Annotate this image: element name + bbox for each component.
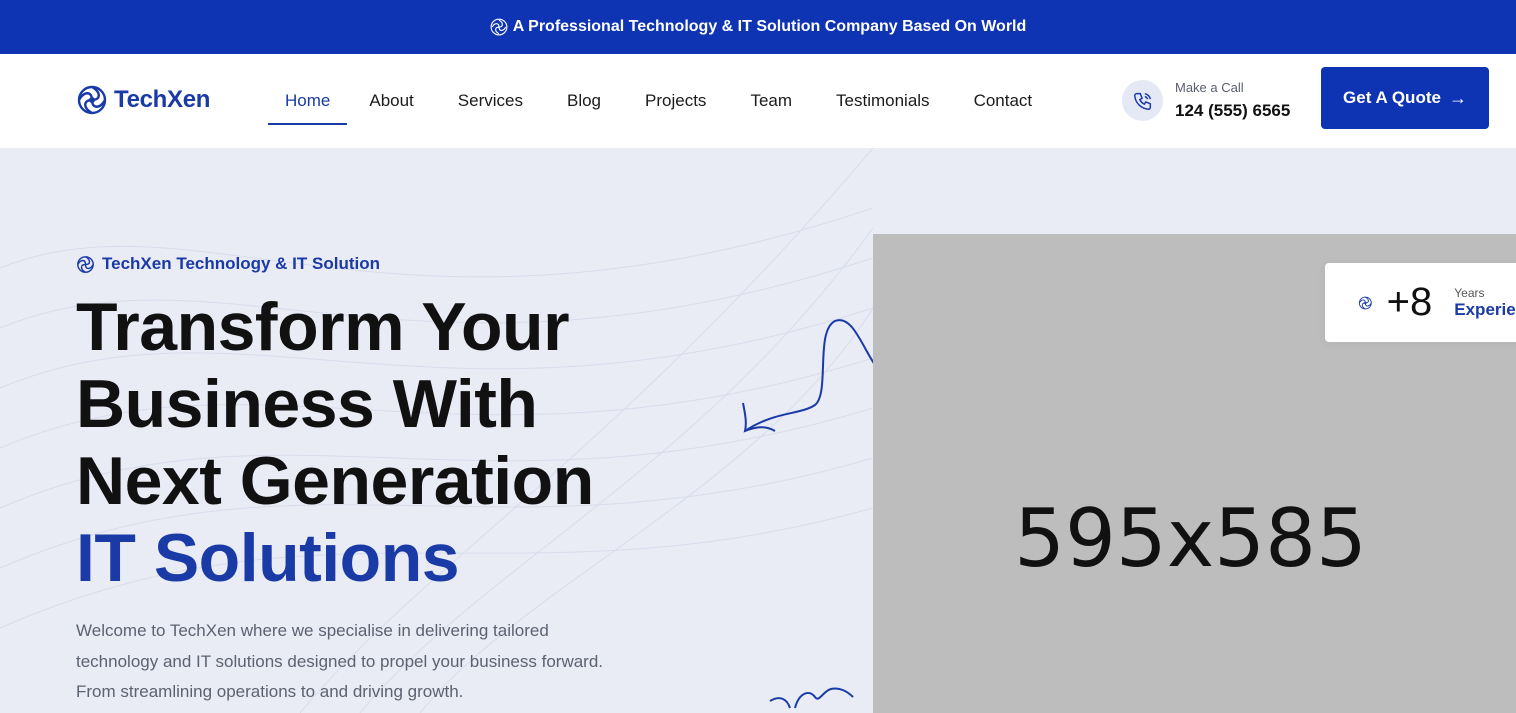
call-label: Make a Call (1175, 80, 1244, 95)
years-label: Years (1454, 285, 1485, 300)
nav-item-testimonials[interactable]: Testimonials (814, 54, 952, 148)
swirl-logo-icon (77, 85, 107, 115)
experience-label: Experience (1454, 299, 1516, 319)
main-nav: Home About Services Blog Projects Team T… (268, 54, 1054, 148)
swirl-logo-icon (490, 18, 508, 36)
swirl-logo-icon (77, 255, 94, 273)
placeholder-text: 595x585 (1014, 492, 1367, 585)
announcement-text: A Professional Technology & IT Solution … (512, 18, 1027, 35)
decorative-squiggle (769, 687, 854, 709)
site-header: TechXen Home About Services Blog Project… (0, 54, 1516, 148)
description-line: Welcome to TechXen where we specialise i… (76, 621, 549, 640)
decorative-squiggle-arrow (742, 319, 883, 433)
nav-item-home[interactable]: Home (268, 54, 348, 148)
experience-card: +8 Years Experience (1325, 263, 1516, 342)
phone-number[interactable]: 124 (555) 6565 (1175, 101, 1290, 121)
nav-item-blog[interactable]: Blog (545, 54, 623, 148)
headline-accent: IT Solutions (76, 520, 460, 596)
headline-line: Next Generation (76, 443, 594, 519)
get-quote-button[interactable]: Get A Quote → (1321, 67, 1489, 129)
tagline-text: TechXen Technology & IT Solution (102, 254, 380, 273)
arrow-right-icon: → (1448, 87, 1467, 108)
description-line: From streamlining operations to and driv… (76, 682, 464, 701)
announcement-bar: A Professional Technology & IT Solution … (0, 0, 1516, 54)
swirl-logo-icon (1358, 296, 1372, 309)
phone-icon (1122, 80, 1163, 121)
get-quote-label: Get A Quote (1343, 88, 1441, 107)
hero-section: TechXen Technology & IT Solution Transfo… (0, 148, 1516, 713)
description-line: technology and IT solutions designed to … (76, 651, 604, 671)
experience-number: +8 (1386, 280, 1433, 324)
nav-item-team[interactable]: Team (728, 54, 814, 148)
nav-item-contact[interactable]: Contact (952, 54, 1055, 148)
headline-line: Business With (76, 366, 538, 442)
hero-headline: Transform Your Business With Next Genera… (76, 289, 594, 597)
nav-item-services[interactable]: Services (436, 54, 545, 148)
headline-line: Transform Your (76, 289, 570, 365)
brand-name: TechXen (114, 86, 211, 113)
call-info[interactable]: Make a Call 124 (555) 6565 (1122, 80, 1290, 121)
brand-logo[interactable]: TechXen (76, 84, 210, 116)
nav-item-projects[interactable]: Projects (623, 54, 728, 148)
hero-tagline: TechXen Technology & IT Solution (76, 254, 380, 274)
nav-item-about[interactable]: About (347, 54, 435, 148)
hero-description: Welcome to TechXen where we specialise i… (76, 616, 636, 708)
